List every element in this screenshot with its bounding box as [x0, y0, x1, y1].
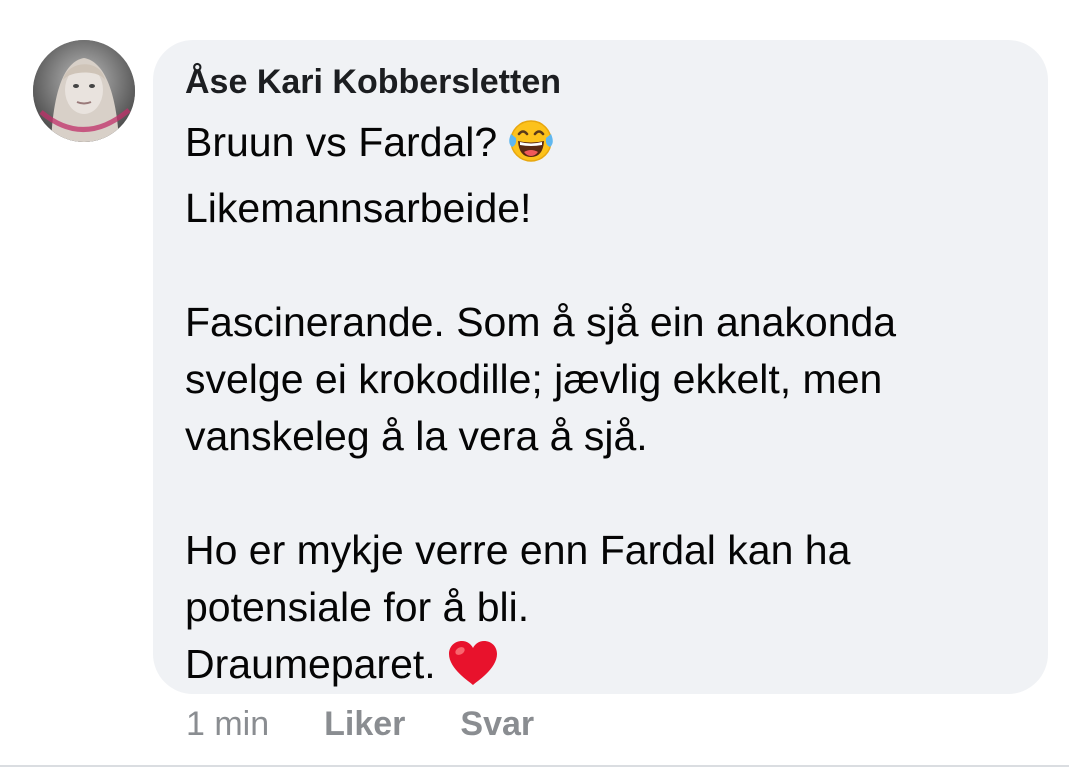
comment-line: Ho er mykje verre enn Fardal kan ha	[185, 527, 851, 573]
comment-actions: 1 min Liker Svar	[186, 700, 534, 748]
divider	[0, 765, 1069, 767]
comment-line	[185, 237, 1018, 294]
comment-line: Likemannsarbeide!	[185, 185, 532, 231]
timestamp[interactable]: 1 min	[186, 705, 269, 744]
comment-line: potensiale for å bli.	[185, 584, 530, 630]
comment-text: Bruun vs Fardal? Likemannsarbeide! Fasci…	[185, 114, 1018, 702]
avatar[interactable]	[33, 40, 135, 142]
like-button[interactable]: Liker	[324, 705, 405, 744]
comment-line: svelge ei krokodille; jævlig ekkelt, men	[185, 356, 883, 402]
red-heart-icon	[446, 639, 500, 702]
comment-line: Bruun vs Fardal?	[185, 114, 1018, 180]
comment-line	[185, 465, 1018, 522]
reply-button[interactable]: Svar	[460, 705, 534, 744]
tears-of-joy-icon	[507, 117, 555, 180]
comment-line: Fascinerande. Som å sjå ein anakonda	[185, 299, 897, 345]
comment-line: vanskeleg å la vera å sjå.	[185, 413, 648, 459]
comment-line: Draumeparet.	[185, 636, 1018, 702]
comment-bubble: Åse Kari Kobbersletten Bruun vs Fardal?	[153, 40, 1048, 694]
profile-photo	[33, 40, 135, 142]
comment-item: Åse Kari Kobbersletten Bruun vs Fardal?	[0, 0, 1069, 775]
author-name[interactable]: Åse Kari Kobbersletten	[185, 58, 1018, 106]
